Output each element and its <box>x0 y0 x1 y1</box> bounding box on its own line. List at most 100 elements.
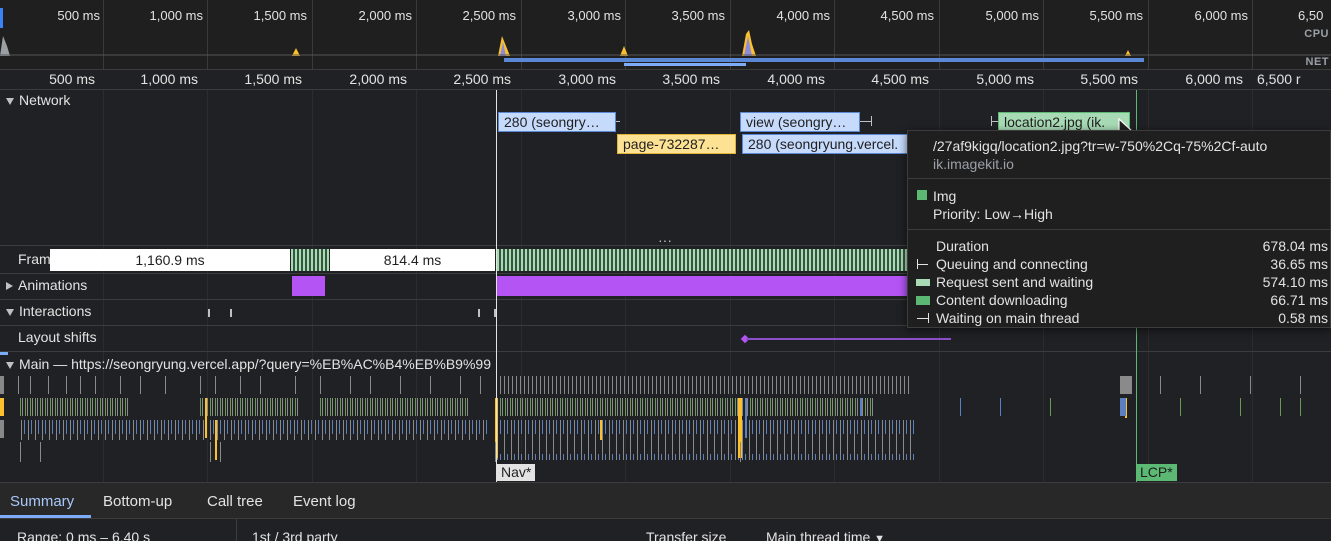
time-ruler[interactable]: 500 ms 1,000 ms 1,500 ms 2,000 ms 2,500 … <box>0 70 1331 90</box>
collapse-triangle-icon[interactable] <box>6 97 14 105</box>
net-label: NET <box>1305 56 1329 68</box>
interactions-track-label: Interactions <box>19 303 92 319</box>
animations-track-label: Animations <box>18 277 88 293</box>
network-request-bar[interactable]: page-732287… <box>617 134 736 154</box>
queuing-label: Queuing and connecting <box>936 256 1088 272</box>
nav-marker[interactable]: Nav* <box>497 464 536 481</box>
tooltip-url: /27af9kigq/location2.jpg?tr=w-750%2Cq-75… <box>933 138 1268 154</box>
interaction-mark[interactable] <box>208 309 210 317</box>
queuing-value: 36.65 ms <box>1270 256 1328 272</box>
frame-duration-label: 814.4 ms <box>383 252 442 268</box>
ruler-tick-label: 4,500 ms <box>871 71 929 87</box>
network-request-bar[interactable]: view (seongry… <box>740 112 860 132</box>
expand-triangle-icon[interactable] <box>6 282 13 291</box>
cpu-label: CPU <box>1304 28 1329 40</box>
tooltip-divider <box>908 229 1331 230</box>
frames-strip[interactable] <box>291 249 329 271</box>
tab-call-tree[interactable]: Call tree <box>207 493 263 510</box>
frame-duration-label: 1,160.9 ms <box>135 252 205 268</box>
animation-bar[interactable] <box>497 276 907 296</box>
whisker-icon <box>917 318 928 319</box>
main-thread-flame-chart[interactable] <box>0 374 1331 482</box>
ruler-tick-label: 4,000 ms <box>767 71 825 87</box>
timeline-overview[interactable]: 500 ms 1,000 ms 1,500 ms 2,000 ms 2,500 … <box>0 0 1331 70</box>
details-tab-bar: Summary Bottom-up Call tree Event log <box>0 482 1331 518</box>
tooltip-resource-type: Img <box>933 188 957 204</box>
ruler-tick-label: 6,000 ms <box>1185 71 1243 87</box>
ruler-tick-label: 5,000 ms <box>976 71 1034 87</box>
network-request-bar[interactable]: 280 (seongryung.vercel. <box>742 134 910 154</box>
tab-bottom-up[interactable]: Bottom-up <box>103 493 172 510</box>
track-separator <box>0 351 1331 352</box>
priority-label: Priority: <box>933 206 981 222</box>
img-type-swatch-icon <box>917 190 927 200</box>
frame-duration-box[interactable]: 1,160.9 ms <box>50 249 290 271</box>
animation-bar[interactable] <box>292 276 325 296</box>
whisker-cap-icon <box>928 313 929 323</box>
interactions-track-header[interactable]: Interactions <box>6 303 91 319</box>
frame-duration-box[interactable]: 814.4 ms <box>330 249 495 271</box>
downloading-swatch-icon <box>916 296 930 305</box>
tab-event-log[interactable]: Event log <box>293 493 356 510</box>
track-selection-indicator <box>0 352 8 355</box>
waiting-swatch-icon <box>916 279 930 286</box>
main-track-header[interactable]: Main — https://seongryung.vercel.app/?qu… <box>6 356 491 372</box>
interaction-mark[interactable] <box>478 309 480 317</box>
waiting-value: 574.10 ms <box>1262 274 1328 290</box>
duration-value: 678.04 ms <box>1262 238 1328 254</box>
priority-arrow-icon: → <box>1010 206 1025 222</box>
summary-range: Range: 0 ms – 6.40 s <box>17 529 151 541</box>
collapse-triangle-icon[interactable] <box>6 308 14 316</box>
tooltip-divider <box>908 178 1331 179</box>
ruler-tick-label: 2,000 ms <box>349 71 407 87</box>
ruler-tick-label: 2,500 ms <box>453 71 511 87</box>
network-request-label: view (seongry… <box>746 114 847 130</box>
whisker-cap-icon <box>917 259 918 269</box>
ruler-tick-label: 3,500 ms <box>662 71 720 87</box>
ruler-tick-label: 5,500 ms <box>1080 71 1138 87</box>
ruler-tick-label: 500 ms <box>49 71 95 87</box>
network-track-header[interactable]: Network <box>6 92 70 108</box>
tooltip-priority: Priority: Low→High <box>933 206 1313 222</box>
network-request-label: 280 (seongryung.vercel. <box>748 136 899 152</box>
ruler-tick-label: 6,500 r <box>1257 71 1301 87</box>
duration-label: Duration <box>936 238 989 254</box>
layout-shifts-track-label[interactable]: Layout shifts <box>18 329 97 345</box>
network-request-label: location2.jpg (ik. <box>1004 114 1106 130</box>
ruler-tick-label: 1,000 ms <box>140 71 198 87</box>
network-request-tooltip: /27af9kigq/location2.jpg?tr=w-750%2Cq-75… <box>907 130 1331 328</box>
network-request-bar-selected[interactable]: location2.jpg (ik. <box>998 112 1130 132</box>
main-track-label: Main — https://seongryung.vercel.app/?qu… <box>19 356 491 372</box>
transfer-size-header[interactable]: Transfer size <box>646 529 726 541</box>
whisker-icon <box>917 264 928 265</box>
layout-shift-cluster[interactable] <box>746 338 951 340</box>
third-party-header[interactable]: 1st / 3rd party <box>252 529 338 541</box>
priority-to: High <box>1024 206 1053 222</box>
request-whisker <box>616 121 620 122</box>
tooltip-host: ik.imagekit.io <box>933 156 1014 172</box>
cpu-activity-graph <box>0 8 1331 66</box>
main-thread-time-header[interactable]: Main thread time ▼ <box>766 529 885 541</box>
animations-track-header[interactable]: Animations <box>6 277 87 293</box>
resize-handle[interactable]: ··· <box>658 232 672 248</box>
lcp-marker[interactable]: LCP* <box>1136 464 1177 481</box>
sort-arrow-icon: ▼ <box>874 533 886 541</box>
summary-panel: Range: 0 ms – 6.40 s 1st / 3rd party Tra… <box>0 518 1331 541</box>
interaction-mark[interactable] <box>230 309 232 317</box>
network-track-label: Network <box>19 92 71 108</box>
frames-strip[interactable] <box>497 249 907 271</box>
summary-divider <box>236 519 237 541</box>
main-thread-label: Waiting on main thread <box>936 310 1080 326</box>
tab-summary[interactable]: Summary <box>10 493 74 510</box>
downloading-value: 66.71 ms <box>1270 292 1328 308</box>
main-thread-value: 0.58 ms <box>1278 310 1328 326</box>
network-request-label: page-732287… <box>623 136 720 152</box>
ruler-tick-label: 1,500 ms <box>244 71 302 87</box>
collapse-triangle-icon[interactable] <box>6 361 14 369</box>
priority-from: Low <box>984 206 1011 222</box>
downloading-label: Content downloading <box>936 292 1068 308</box>
request-whisker-end <box>871 116 872 126</box>
network-request-label: 280 (seongry… <box>504 114 600 130</box>
network-request-bar[interactable]: 280 (seongry… <box>498 112 616 132</box>
waiting-label: Request sent and waiting <box>936 274 1094 290</box>
